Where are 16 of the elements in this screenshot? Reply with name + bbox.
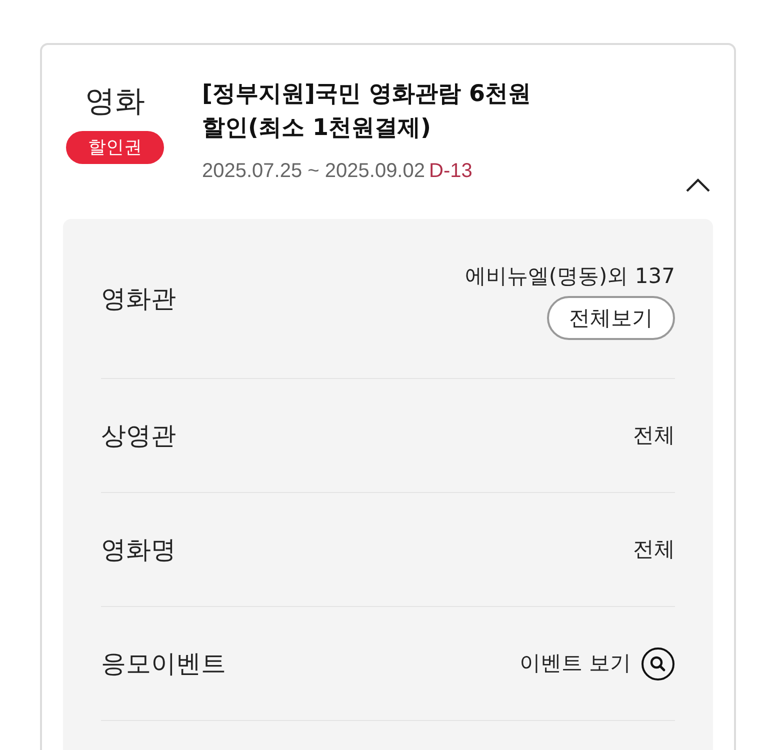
view-events-link[interactable]: 이벤트 보기	[519, 648, 631, 680]
detail-label: 상영관	[101, 420, 176, 452]
detail-label: 응모이벤트	[101, 648, 226, 680]
discount-badge: 할인권	[66, 131, 164, 164]
validity-period: 2025.07.25 ~ 2025.09.02	[202, 159, 425, 183]
view-all-button[interactable]: 전체보기	[547, 296, 675, 340]
detail-value: 전체	[633, 536, 675, 563]
coupon-title: [정부지원]국민 영화관람 6천원 할인(최소 1천원결제)	[202, 80, 532, 143]
search-icon[interactable]	[641, 646, 675, 680]
detail-value: 전체	[633, 422, 675, 449]
category-label: 영화	[85, 83, 145, 121]
detail-label: 영화명	[101, 534, 176, 566]
detail-value: 에비뉴엘(명동)외 137	[464, 262, 675, 290]
collapse-chevron-icon[interactable]	[685, 177, 711, 193]
detail-label: 영화관	[101, 282, 176, 315]
days-left: D-13	[429, 159, 472, 183]
